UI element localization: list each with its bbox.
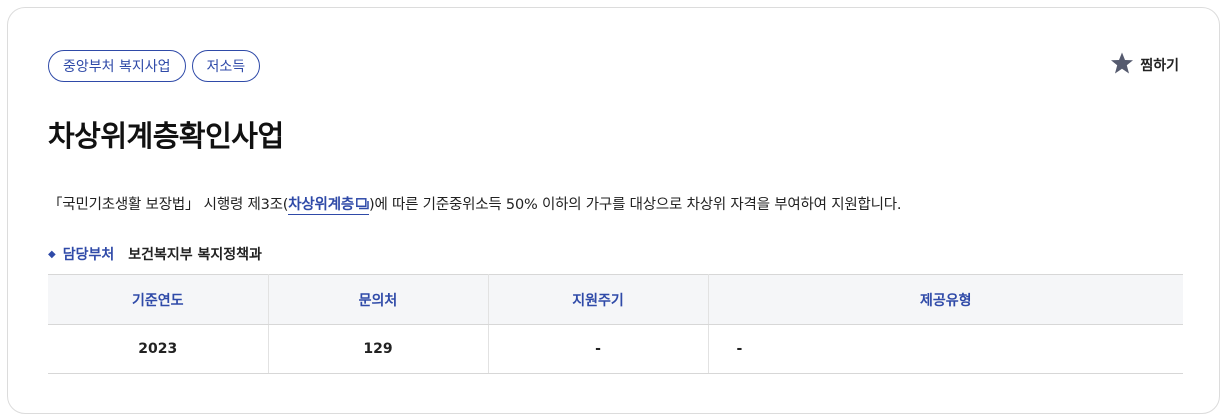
tag-list: 중앙부처 복지사업 저소득 — [48, 50, 261, 82]
service-card: 중앙부처 복지사업 저소득 찜하기 차상위계층확인사업 「국민기초생활 보장법」… — [7, 7, 1220, 414]
favorite-label: 찜하기 — [1140, 58, 1179, 74]
department-label: 담당부처 — [62, 247, 115, 263]
description: 「국민기초생활 보장법」 시행령 제3조(차상위계층 )에 따른 기준중위소득 5… — [48, 193, 902, 215]
cell-contact: 129 — [268, 324, 489, 374]
popup-window-icon — [356, 198, 369, 210]
info-table: 기준연도 문의처 지원주기 제공유형 2023 129 - - — [48, 274, 1183, 374]
star-icon — [1110, 51, 1134, 79]
header-base-year: 기준연도 — [48, 274, 269, 325]
term-link[interactable]: 차상위계층 — [288, 197, 369, 215]
cell-provision-type: - — [708, 324, 1183, 374]
cell-support-cycle: - — [488, 324, 709, 374]
table-row: 2023 129 - - — [48, 324, 1183, 374]
term-label: 차상위계층 — [288, 197, 354, 213]
page-title: 차상위계층확인사업 — [48, 119, 284, 153]
description-before: 「국민기초생활 보장법」 시행령 제3조( — [48, 197, 289, 213]
department-row: ◆ 담당부처 보건복지부 복지정책과 — [48, 244, 262, 264]
tag-low-income[interactable]: 저소득 — [191, 50, 261, 82]
cell-base-year: 2023 — [48, 324, 269, 374]
table-header-row: 기준연도 문의처 지원주기 제공유형 — [48, 274, 1183, 325]
tag-central-welfare[interactable]: 중앙부처 복지사업 — [48, 50, 186, 82]
department-value: 보건복지부 복지정책과 — [128, 247, 262, 263]
header-contact: 문의처 — [268, 274, 489, 325]
header-support-cycle: 지원주기 — [488, 274, 709, 325]
diamond-bullet-icon: ◆ — [48, 248, 56, 260]
favorite-button[interactable]: 찜하기 — [1110, 51, 1179, 79]
description-after: )에 따른 기준중위소득 50% 이하의 가구를 대상으로 차상위 자격을 부여… — [368, 197, 902, 213]
header-provision-type: 제공유형 — [708, 274, 1183, 325]
